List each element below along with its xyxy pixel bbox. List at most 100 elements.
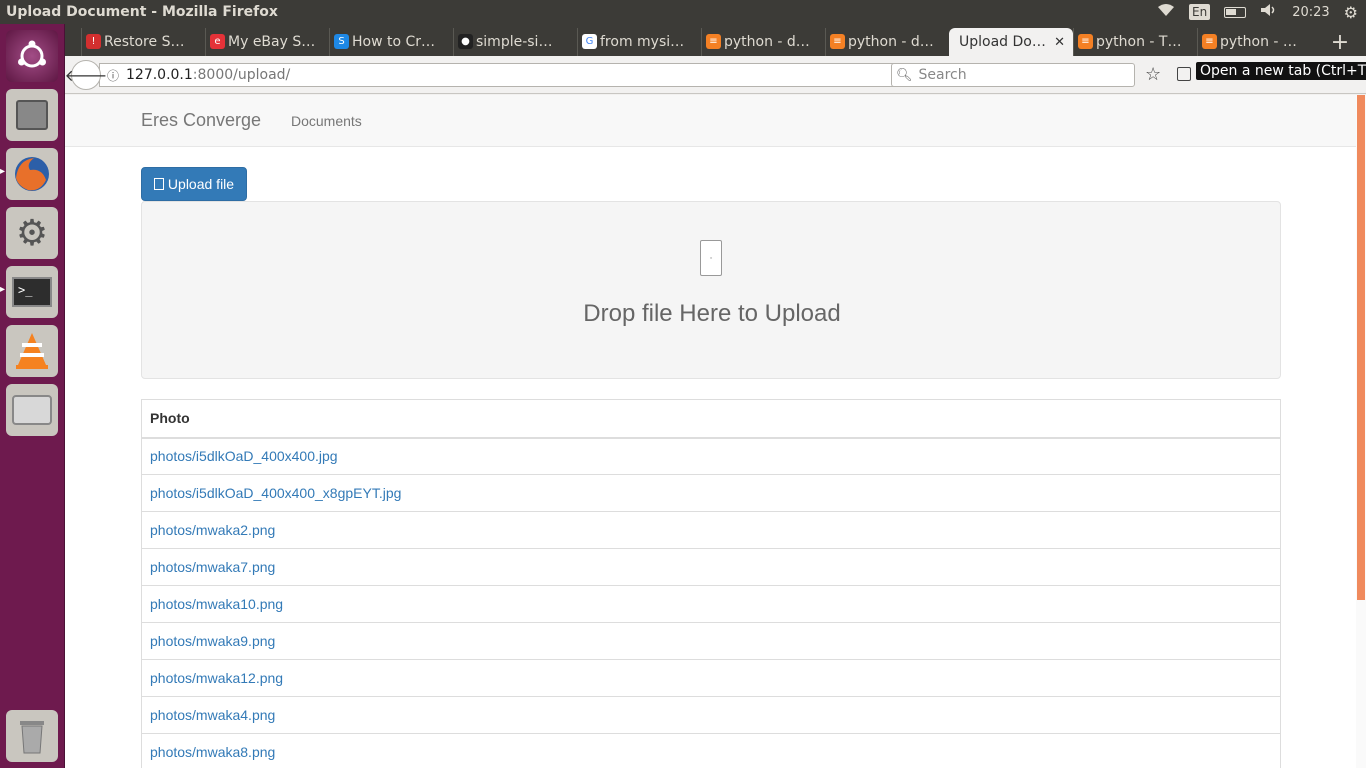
- tab-favicon-icon: e: [210, 34, 225, 49]
- photo-link[interactable]: photos/mwaka8.png: [150, 744, 275, 760]
- files-icon[interactable]: [6, 89, 58, 141]
- table-row: photos/mwaka10.png: [141, 585, 1281, 623]
- table-row: photos/mwaka8.png: [141, 733, 1281, 768]
- keyboard-language-indicator[interactable]: En: [1189, 4, 1211, 20]
- photo-link[interactable]: photos/i5dlkOaD_400x400.jpg: [150, 448, 338, 464]
- battery-icon[interactable]: [1224, 6, 1247, 18]
- bookmark-star-icon[interactable]: ☆: [1145, 64, 1161, 85]
- close-tab-icon[interactable]: ✕: [1054, 35, 1065, 50]
- new-tab-button[interactable]: +: [1325, 28, 1355, 56]
- browser-tab[interactable]: Gfrom mysi…: [577, 28, 701, 56]
- browser-tab[interactable]: ● simple-si…: [453, 28, 577, 56]
- gear-icon[interactable]: ⚙: [1344, 3, 1358, 22]
- tab-label: from mysi…: [600, 34, 685, 50]
- nav-link-documents[interactable]: Documents: [291, 113, 362, 129]
- table-cell: photos/mwaka4.png: [141, 696, 1281, 734]
- photo-link[interactable]: photos/i5dlkOaD_400x400_x8gpEYT.jpg: [150, 485, 401, 501]
- tab-favicon-icon: ≡: [1202, 34, 1217, 49]
- upload-file-label: Upload file: [167, 176, 235, 192]
- table-row: photos/mwaka7.png: [141, 548, 1281, 586]
- tab-favicon-icon: ●: [458, 34, 473, 49]
- photo-link[interactable]: photos/mwaka12.png: [150, 670, 283, 686]
- dropzone[interactable]: ▫ Drop file Here to Upload: [141, 201, 1281, 379]
- tab-label: My eBay S…: [228, 34, 316, 50]
- tab-favicon-icon: !: [86, 34, 101, 49]
- file-placeholder-icon: ▫: [700, 240, 722, 276]
- tab-label: python - d…: [724, 34, 810, 50]
- browser-tab[interactable]: e My eBay S…: [205, 28, 329, 56]
- table-row: photos/mwaka12.png: [141, 659, 1281, 697]
- tab-label: python - T…: [1096, 34, 1182, 50]
- system-tray: En 20:23 ⚙: [1157, 0, 1366, 24]
- navigation-toolbar: ⓘ 127.0.0.1:8000/upload/ ▼ ↻ 🡐 🔍︎ Search…: [65, 56, 1366, 94]
- window-title: Upload Document - Mozilla Firefox: [6, 4, 278, 20]
- tab-favicon-icon: S: [334, 34, 349, 49]
- ubuntu-dash-icon[interactable]: [6, 30, 58, 82]
- tab-bar: ! Restore S… e My eBay S… S How to Cr… ● simple…: [65, 24, 1366, 56]
- browser-tab[interactable]: Upload Do… ✕: [949, 28, 1073, 56]
- table-cell: photos/i5dlkOaD_400x400.jpg: [141, 437, 1281, 475]
- tab-label: How to Cr…: [352, 34, 436, 50]
- dropzone-text: Drop file Here to Upload: [583, 300, 841, 327]
- firefox-icon[interactable]: [0, 148, 58, 200]
- search-input[interactable]: 🔍︎ Search: [891, 63, 1135, 87]
- back-button[interactable]: 🡐: [65, 60, 107, 90]
- tab-favicon-icon: ≡: [706, 34, 721, 49]
- upload-file-button[interactable]: Upload file: [141, 167, 247, 201]
- tab-favicon-icon: G: [582, 34, 597, 49]
- search-icon: 🔍︎: [896, 67, 913, 83]
- site-brand[interactable]: Eres Converge: [141, 110, 261, 131]
- top-panel: Upload Document - Mozilla Firefox En 20:…: [0, 0, 1366, 24]
- browser-tab[interactable]: ! Restore S…: [81, 28, 205, 56]
- table-cell: photos/mwaka12.png: [141, 659, 1281, 697]
- table-row: photos/i5dlkOaD_400x400_x8gpEYT.jpg: [141, 474, 1281, 512]
- url-bar[interactable]: ⓘ 127.0.0.1:8000/upload/ ▼ ↻: [99, 63, 949, 87]
- photo-link[interactable]: photos/mwaka2.png: [150, 522, 275, 538]
- photo-link[interactable]: photos/mwaka7.png: [150, 559, 275, 575]
- tab-label: simple-si…: [476, 34, 553, 50]
- photo-link[interactable]: photos/mwaka4.png: [150, 707, 275, 723]
- arrow-left-icon: 🡐: [64, 66, 108, 85]
- browser-tab[interactable]: ≡ python - …: [1197, 28, 1321, 56]
- table-cell: photos/mwaka9.png: [141, 622, 1281, 660]
- photo-link[interactable]: photos/mwaka9.png: [150, 633, 275, 649]
- unity-launcher: ⚙ >_: [0, 24, 65, 768]
- url-host: 127.0.0.1: [126, 67, 193, 83]
- photo-link[interactable]: photos/mwaka10.png: [150, 596, 283, 612]
- browser-tab[interactable]: ≡ python - d…: [825, 28, 949, 56]
- photo-table: Photo photos/i5dlkOaD_400x400.jpg photos/…: [141, 399, 1281, 768]
- vlc-icon[interactable]: [6, 325, 58, 377]
- tab-label: python - …: [1220, 34, 1297, 50]
- trash-icon[interactable]: [6, 710, 58, 762]
- terminal-icon[interactable]: >_: [0, 266, 58, 318]
- scrollbar-thumb[interactable]: [1357, 95, 1365, 600]
- reading-list-icon[interactable]: [1177, 67, 1191, 81]
- table-cell: photos/i5dlkOaD_400x400_x8gpEYT.jpg: [141, 474, 1281, 512]
- table-row: photos/mwaka4.png: [141, 696, 1281, 734]
- clock[interactable]: 20:23: [1292, 5, 1329, 20]
- volume-icon[interactable]: [1260, 3, 1278, 21]
- column-header-photo: Photo: [141, 399, 1281, 439]
- tab-label: Upload Do…: [959, 34, 1046, 50]
- disks-icon[interactable]: [6, 384, 58, 436]
- page-scrollbar[interactable]: [1356, 95, 1366, 768]
- wifi-icon[interactable]: [1157, 3, 1175, 21]
- table-cell: photos/mwaka8.png: [141, 733, 1281, 768]
- browser-tab[interactable]: ≡ python - T…: [1073, 28, 1197, 56]
- tab-favicon-icon: ≡: [830, 34, 845, 49]
- browser-tab[interactable]: ≡ python - d…: [701, 28, 825, 56]
- table-cell: photos/mwaka10.png: [141, 585, 1281, 623]
- table-row: photos/mwaka2.png: [141, 511, 1281, 549]
- web-page: Eres Converge Documents Upload file ▫ Dr…: [65, 95, 1356, 768]
- url-path: :8000/upload/: [192, 67, 291, 83]
- table-row: photos/i5dlkOaD_400x400.jpg: [141, 437, 1281, 475]
- search-placeholder: Search: [918, 67, 967, 83]
- table-row: photos/mwaka9.png: [141, 622, 1281, 660]
- table-cell: photos/mwaka2.png: [141, 511, 1281, 549]
- browser-tab[interactable]: S How to Cr…: [329, 28, 453, 56]
- table-cell: photos/mwaka7.png: [141, 548, 1281, 586]
- tab-label: Restore S…: [104, 34, 185, 50]
- file-icon: [153, 178, 164, 190]
- system-settings-icon[interactable]: ⚙: [6, 207, 58, 259]
- new-tab-tooltip: Open a new tab (Ctrl+T): [1196, 62, 1366, 80]
